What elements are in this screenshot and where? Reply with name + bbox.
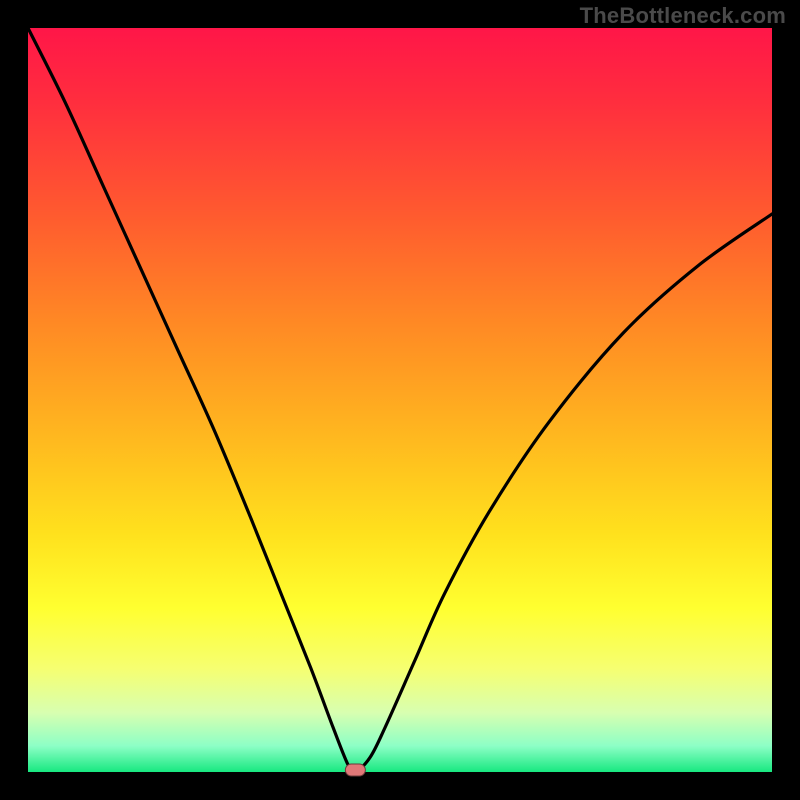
watermark-text: TheBottleneck.com [580,3,786,29]
plot-background [28,28,772,772]
chart-frame: TheBottleneck.com [0,0,800,800]
optimum-marker [345,764,365,776]
chart-canvas [0,0,800,800]
